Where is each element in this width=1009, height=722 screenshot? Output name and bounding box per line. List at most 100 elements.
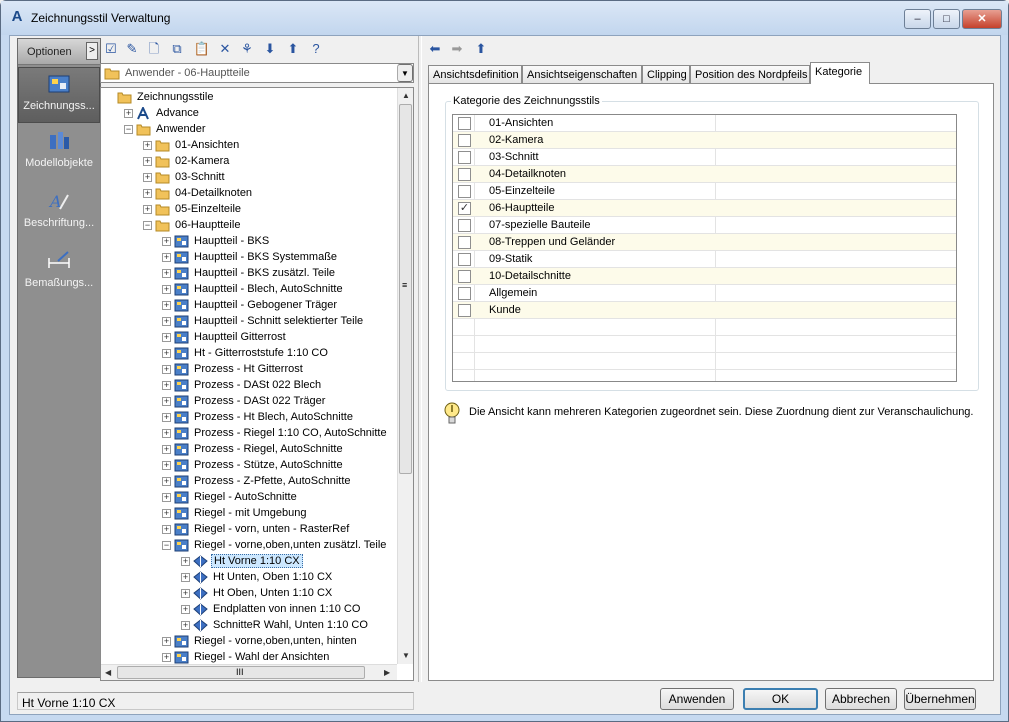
delete-icon[interactable]: ✕ bbox=[216, 40, 234, 58]
purge-icon[interactable]: ⚘ bbox=[238, 40, 256, 58]
category-checkbox[interactable] bbox=[458, 134, 471, 147]
expand-icon[interactable]: + bbox=[162, 412, 171, 422]
tree-item[interactable]: + Hauptteil - Gebogener Träger bbox=[162, 297, 339, 313]
expand-icon[interactable]: + bbox=[162, 252, 171, 262]
hscroll-thumb[interactable]: III bbox=[117, 666, 365, 679]
category-checkbox[interactable]: ✓ bbox=[458, 202, 471, 215]
tree-item[interactable]: +05-Einzelteile bbox=[143, 201, 243, 217]
tree-item[interactable]: + Ht Vorne 1:10 CX bbox=[181, 553, 303, 569]
expand-icon[interactable]: + bbox=[162, 380, 171, 390]
tab-north-arrow[interactable]: Position des Nordpfeils bbox=[690, 65, 810, 84]
style-tree[interactable]: Zeichnungsstile + Advance − Anwender +01-Ansi… bbox=[100, 87, 414, 681]
tree-item[interactable]: + Riegel - vorn, unten - RasterRef bbox=[162, 521, 351, 537]
expand-icon[interactable]: + bbox=[181, 620, 190, 630]
tree-item[interactable]: + Riegel - Wahl der Ansichten bbox=[162, 649, 331, 665]
close-button[interactable]: ✕ bbox=[962, 9, 1002, 29]
tree-item[interactable]: + Hauptteil - Blech, AutoSchnitte bbox=[162, 281, 345, 297]
collapse-icon[interactable]: − bbox=[124, 124, 133, 134]
expand-icon[interactable]: + bbox=[162, 652, 171, 662]
tree-item[interactable]: + Hauptteil - BKS bbox=[162, 233, 271, 249]
expand-icon[interactable]: + bbox=[162, 396, 171, 406]
tree-item[interactable]: +02-Kamera bbox=[143, 153, 231, 169]
expand-icon[interactable]: + bbox=[143, 188, 152, 198]
tree-item[interactable]: Zeichnungsstile bbox=[105, 89, 215, 105]
edit-icon[interactable]: ✎ bbox=[123, 40, 141, 58]
category-checkbox[interactable] bbox=[458, 117, 471, 130]
expand-icon[interactable]: + bbox=[162, 524, 171, 534]
scroll-left-icon[interactable]: ◀ bbox=[105, 668, 111, 677]
ok-button[interactable]: OK bbox=[743, 688, 818, 710]
tree-item[interactable]: + Hauptteil Gitterrost bbox=[162, 329, 288, 345]
tree-item[interactable]: + Hauptteil - BKS Systemmaße bbox=[162, 249, 339, 265]
adopt-button[interactable]: Übernehmen bbox=[904, 688, 976, 710]
expand-icon[interactable]: + bbox=[162, 316, 171, 326]
tree-item[interactable]: + Prozess - Z-Pfette, AutoSchnitte bbox=[162, 473, 353, 489]
category-checkbox[interactable] bbox=[458, 270, 471, 283]
tab-clipping[interactable]: Clipping bbox=[642, 65, 690, 84]
up-arrow-icon[interactable]: ⬆ bbox=[472, 40, 490, 58]
expand-icon[interactable]: + bbox=[162, 284, 171, 294]
help-icon[interactable]: ? bbox=[307, 40, 325, 58]
expand-icon[interactable]: + bbox=[162, 508, 171, 518]
expand-icon[interactable]: + bbox=[181, 588, 190, 598]
nav-item-dimension[interactable]: Bemaßungs... bbox=[18, 245, 100, 301]
tree-item[interactable]: + Advance bbox=[124, 105, 201, 121]
style-dropdown[interactable]: Anwender - 06-Hauptteile ▼ bbox=[100, 63, 414, 83]
category-checkbox[interactable] bbox=[458, 151, 471, 164]
tree-item[interactable]: + Prozess - Riegel 1:10 CO, AutoSchnitte bbox=[162, 425, 389, 441]
expand-icon[interactable]: + bbox=[162, 460, 171, 470]
cancel-button[interactable]: Abbrechen bbox=[825, 688, 897, 710]
tree-item[interactable]: +01-Ansichten bbox=[143, 137, 241, 153]
expand-icon[interactable]: + bbox=[162, 348, 171, 358]
tree-item[interactable]: + Hauptteil - Schnitt selektierter Teile bbox=[162, 313, 365, 329]
category-checkbox[interactable] bbox=[458, 168, 471, 181]
tab-category[interactable]: Kategorie bbox=[810, 62, 870, 84]
forward-arrow-icon[interactable]: ➡ bbox=[448, 40, 466, 58]
category-checkbox[interactable] bbox=[458, 287, 471, 300]
tree-horizontal-scrollbar[interactable]: ◀ III ▶ bbox=[101, 664, 397, 680]
expand-icon[interactable]: + bbox=[162, 428, 171, 438]
category-checkbox[interactable] bbox=[458, 304, 471, 317]
scroll-right-icon[interactable]: ▶ bbox=[384, 668, 390, 677]
tree-item[interactable]: + Prozess - Riegel, AutoSchnitte bbox=[162, 441, 345, 457]
panel-splitter[interactable] bbox=[418, 36, 422, 682]
tree-item[interactable]: + Ht - Gitterroststufe 1:10 CO bbox=[162, 345, 330, 361]
expand-icon[interactable]: + bbox=[162, 364, 171, 374]
tree-item[interactable]: + Riegel - vorne,oben,unten, hinten bbox=[162, 633, 359, 649]
checkbox-icon[interactable]: ☑ bbox=[102, 40, 120, 58]
category-checkbox[interactable] bbox=[458, 219, 471, 232]
maximize-button[interactable]: □ bbox=[933, 9, 960, 29]
new-style-icon[interactable]: 🗋 bbox=[145, 40, 163, 58]
collapse-icon[interactable]: − bbox=[143, 220, 152, 230]
tree-item[interactable]: + Endplatten von innen 1:10 CO bbox=[181, 601, 362, 617]
tree-item[interactable]: + Prozess - Stütze, AutoSchnitte bbox=[162, 457, 345, 473]
tree-item[interactable]: + Prozess - DASt 022 Blech bbox=[162, 377, 323, 393]
expand-icon[interactable]: + bbox=[143, 140, 152, 150]
tree-item[interactable]: + Ht Oben, Unten 1:10 CX bbox=[181, 585, 334, 601]
tree-item[interactable]: + Prozess - DASt 022 Träger bbox=[162, 393, 327, 409]
nav-item-display-styles[interactable]: Zeichnungss... bbox=[18, 67, 100, 123]
expand-icon[interactable]: + bbox=[162, 268, 171, 278]
tree-item[interactable]: + SchnitteR Wahl, Unten 1:10 CO bbox=[181, 617, 370, 633]
nav-item-annotation[interactable]: A Beschriftung... bbox=[18, 185, 100, 241]
expand-icon[interactable]: + bbox=[162, 300, 171, 310]
minimize-button[interactable]: – bbox=[904, 9, 931, 29]
expand-icon[interactable]: + bbox=[124, 108, 133, 118]
collapse-icon[interactable]: − bbox=[162, 540, 171, 550]
nav-item-model-objects[interactable]: Modellobjekte bbox=[18, 125, 100, 181]
tree-item[interactable]: − 06-Hauptteile bbox=[143, 217, 242, 233]
expand-icon[interactable]: + bbox=[162, 492, 171, 502]
tree-item[interactable]: + Ht Unten, Oben 1:10 CX bbox=[181, 569, 334, 585]
category-checkbox[interactable] bbox=[458, 253, 471, 266]
tree-item[interactable]: + Hauptteil - BKS zusätzl. Teile bbox=[162, 265, 337, 281]
title-bar[interactable]: A Zeichnungsstil Verwaltung – □ ✕ bbox=[1, 1, 1008, 35]
tree-vertical-scrollbar[interactable]: ▲ ≡ ▼ bbox=[397, 88, 413, 664]
expand-icon[interactable]: + bbox=[162, 236, 171, 246]
expand-icon[interactable]: + bbox=[143, 156, 152, 166]
expand-icon[interactable]: + bbox=[162, 476, 171, 486]
expand-icon[interactable]: + bbox=[143, 172, 152, 182]
expand-icon[interactable]: + bbox=[181, 556, 190, 566]
tree-item[interactable]: +03-Schnitt bbox=[143, 169, 227, 185]
expand-icon[interactable]: + bbox=[143, 204, 152, 214]
scroll-down-icon[interactable]: ▼ bbox=[402, 651, 410, 660]
